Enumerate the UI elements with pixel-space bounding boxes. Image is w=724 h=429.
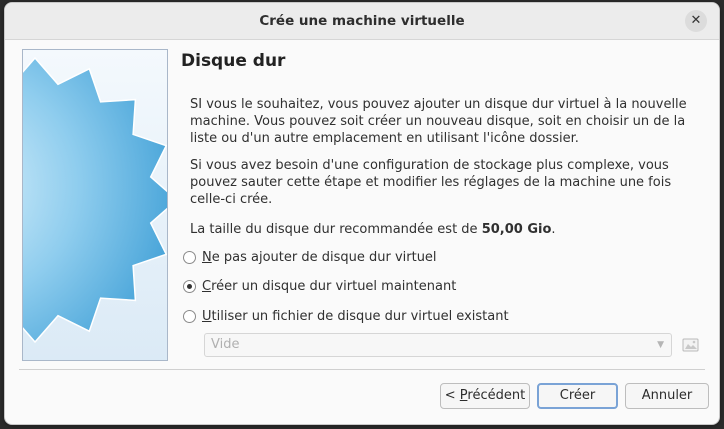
recommended-size-value: 50,00 Gio	[481, 222, 552, 237]
wizard-artwork	[22, 49, 168, 361]
existing-disk-select-value: Vide	[211, 337, 240, 352]
radio-create-disk[interactable]	[183, 279, 196, 293]
intro-text: SI vous le souhaitez, vous pouvez ajoute…	[190, 97, 687, 146]
button-separator	[19, 369, 705, 370]
option-create-disk-label: Créer un disque dur virtuel maintenant	[202, 279, 456, 294]
option-no-disk-mnemonic: N	[202, 249, 212, 265]
recommended-size-suffix: .	[551, 222, 556, 237]
option-create-disk[interactable]: Créer un disque dur virtuel maintenant	[183, 276, 456, 296]
option-existing-disk-label: Utiliser un fichier de disque dur virtue…	[202, 309, 509, 324]
radio-no-disk[interactable]	[183, 250, 196, 264]
cancel-button[interactable]: Annuler	[625, 383, 709, 409]
previous-button-prefix: <	[444, 388, 460, 403]
option-existing-disk-text: tiliser un fichier de disque dur virtuel…	[211, 308, 509, 324]
existing-disk-select[interactable]: Vide ▼	[204, 333, 672, 357]
starburst-illustration	[23, 50, 167, 360]
option-create-disk-mnemonic: C	[202, 278, 212, 294]
create-button[interactable]: Créer	[537, 383, 618, 409]
chevron-down-icon: ▼	[657, 340, 664, 350]
previous-button-text: récédent	[467, 388, 526, 403]
option-create-disk-text: réer un disque dur virtuel maintenant	[211, 278, 457, 294]
choose-disk-file-button[interactable]	[682, 337, 700, 353]
title-bar: Crée une machine virtuelle ✕	[5, 3, 719, 40]
previous-button[interactable]: < Précédent	[440, 383, 530, 409]
page-heading: Disque dur	[181, 51, 286, 71]
option-no-disk-label: Ne pas ajouter de disque dur virtuel	[202, 250, 437, 265]
close-icon: ✕	[690, 13, 702, 28]
option-no-disk[interactable]: Ne pas ajouter de disque dur virtuel	[183, 247, 437, 267]
option-existing-disk[interactable]: Utiliser un fichier de disque dur virtue…	[183, 306, 509, 326]
recommended-size-prefix: La taille du disque dur recommandée est …	[190, 222, 482, 237]
window-title: Crée une machine virtuelle	[259, 13, 465, 29]
dialog-window: Crée une machine virtuelle ✕ Disque dur …	[4, 2, 720, 425]
recommended-size-text: La taille du disque dur recommandée est …	[190, 221, 700, 238]
folder-open-icon	[682, 338, 699, 352]
close-button[interactable]: ✕	[685, 10, 707, 32]
option-no-disk-text: e pas ajouter de disque dur virtuel	[211, 249, 437, 265]
radio-existing-disk[interactable]	[183, 309, 196, 323]
advanced-config-text: Si vous avez besoin d'une configuration …	[190, 158, 672, 207]
option-existing-disk-mnemonic: U	[202, 308, 212, 324]
